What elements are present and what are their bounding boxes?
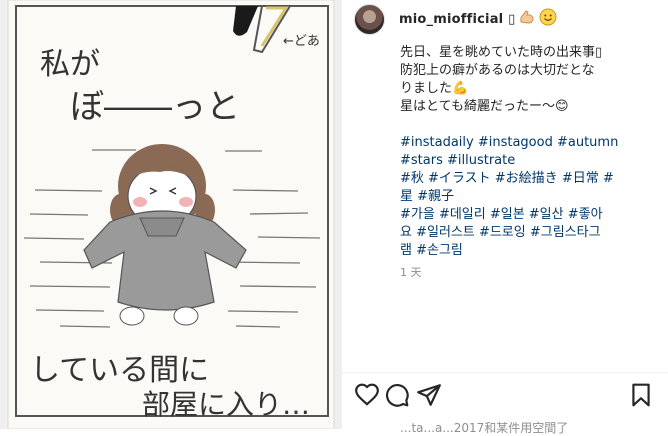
username-link[interactable]: mio_miofficial ▯	[399, 12, 515, 27]
flexed-biceps-icon	[518, 8, 536, 30]
like-button[interactable]	[354, 382, 380, 408]
post-header: mio_miofficial ▯	[354, 3, 557, 35]
hashtag-line[interactable]: 星 #親子	[400, 188, 662, 206]
art-text-line3: している間に	[30, 353, 209, 388]
art-text-line2: ぼ――っと	[70, 87, 240, 127]
art-text-line4: 部屋に入り…	[142, 388, 310, 421]
action-bar	[354, 382, 659, 410]
post-details-panel: mio_miofficial ▯ 先日、星を眺めていた時の出来事▯ 防犯上の癖が…	[341, 0, 668, 435]
post-image[interactable]: ←どあ 私が ぼ――っと している間に 部屋に入り…	[0, 0, 341, 429]
hashtag-line[interactable]: 요 #일러스트 #드로잉 #그림스타그	[400, 224, 662, 242]
heart-icon	[355, 383, 379, 406]
comment-button[interactable]	[384, 382, 410, 408]
share-button[interactable]	[416, 382, 442, 408]
art-text-line1: 私が	[40, 47, 100, 82]
smiling-face-icon	[539, 8, 557, 30]
share-icon	[417, 384, 441, 406]
post-caption: 先日、星を眺めていた時の出来事▯ 防犯上の癖があるのは大切だとな りました💪 星…	[400, 44, 662, 260]
save-button[interactable]	[628, 382, 654, 408]
illustration: ←どあ 私が ぼ――っと している間に 部屋に入り…	[0, 0, 341, 429]
divider	[342, 372, 668, 373]
username-text: mio_miofficial	[399, 11, 504, 27]
hashtag-line[interactable]: #가을 #데일리 #일본 #일산 #좋아	[400, 206, 662, 224]
caption-line: 先日、星を眺めていた時の出来事▯	[400, 45, 603, 60]
comment-icon	[386, 384, 409, 407]
caption-line: りました💪	[400, 81, 469, 96]
caption-line: 防犯上の癖があるのは大切だとな	[400, 63, 595, 78]
bookmark-icon	[632, 383, 650, 407]
post-timestamp[interactable]: 1 天	[400, 264, 422, 280]
hashtag-line[interactable]: #秋 #イラスト #お絵描き #日常 #	[400, 170, 662, 188]
likes-summary-partial: ...ta...a...2017和某件用空間了	[400, 421, 569, 435]
username-suffix: ▯	[508, 11, 516, 27]
avatar[interactable]	[354, 3, 385, 35]
hashtag-line[interactable]: 램 #손그림	[400, 242, 662, 260]
hashtag-line[interactable]: #instadaily #instagood #autumn	[400, 134, 662, 152]
caption-line: 星はとても綺麗だったー〜😊	[400, 99, 569, 114]
hashtag-line[interactable]: #stars #illustrate	[400, 152, 662, 170]
instagram-post: ←どあ 私が ぼ――っと している間に 部屋に入り… mio_miofficia…	[0, 0, 668, 435]
art-text-door: ←どあ	[283, 34, 320, 49]
